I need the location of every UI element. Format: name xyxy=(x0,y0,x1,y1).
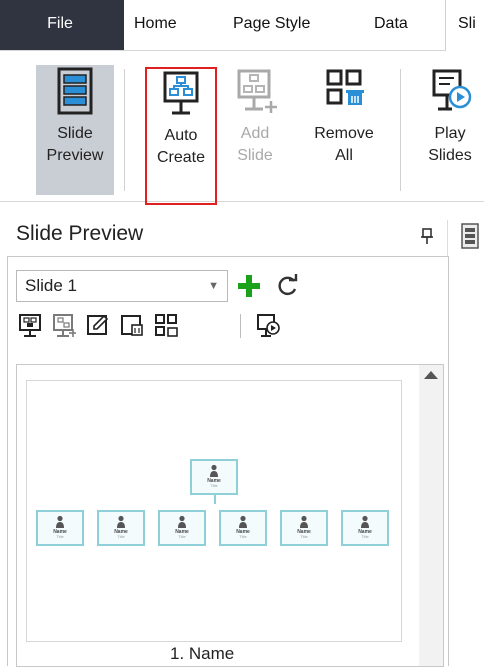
org-card-title: Title xyxy=(117,534,125,539)
play-slides-label-2: Slides xyxy=(428,147,472,164)
org-child-card: Name Title xyxy=(280,510,328,546)
menu-page-style[interactable]: Page Style xyxy=(233,0,310,50)
add-icon[interactable] xyxy=(236,272,262,300)
org-child-card: Name Title xyxy=(158,510,206,546)
org-root-card: Name Title xyxy=(190,459,238,495)
person-icon xyxy=(210,464,218,477)
org-child-card: Name Title xyxy=(219,510,267,546)
add-slide-button[interactable]: Add Slide xyxy=(224,65,286,195)
pin-icon[interactable] xyxy=(418,226,436,248)
slide-select[interactable]: Slide 1 ▼ xyxy=(16,270,228,302)
org-card-title: Title xyxy=(300,534,308,539)
org-card-title: Title xyxy=(56,534,64,539)
person-icon xyxy=(56,515,64,528)
person-icon xyxy=(117,515,125,528)
refresh-icon[interactable] xyxy=(274,272,300,300)
menu-slides[interactable]: Sli xyxy=(445,0,484,51)
org-child-card: Name Title xyxy=(97,510,145,546)
play-slides-icon xyxy=(432,69,472,111)
side-panel-tab-icon[interactable] xyxy=(458,222,484,250)
menu-home[interactable]: Home xyxy=(134,0,177,50)
toolbar-separator xyxy=(240,314,241,338)
add-slide-label-2: Slide xyxy=(237,147,273,164)
auto-create-button[interactable]: Auto Create xyxy=(145,67,217,205)
org-card-title: Title xyxy=(178,534,186,539)
slide-caption: 1. Name xyxy=(170,644,235,663)
org-card-title: Title xyxy=(361,534,369,539)
slide-preview-label-2: Preview xyxy=(46,147,104,164)
auto-create-label-2: Create xyxy=(156,149,206,166)
remove-all-button[interactable]: Remove All xyxy=(296,65,392,195)
menu-data[interactable]: Data xyxy=(374,0,408,50)
slide-preview-label-1: Slide xyxy=(57,125,93,142)
edit-slide-icon[interactable] xyxy=(86,312,110,338)
slide-preview-icon xyxy=(57,67,93,115)
menu-file[interactable]: File xyxy=(0,0,124,50)
slide-thumbnail[interactable]: Name Title Name Title Name Title Name Ti… xyxy=(26,380,402,642)
insert-slide-icon[interactable] xyxy=(52,312,76,338)
auto-create-label-1: Auto xyxy=(164,127,198,144)
ribbon-separator xyxy=(124,69,125,191)
ribbon: Slide Preview Auto Create Add Slide Remo… xyxy=(0,51,484,205)
person-icon xyxy=(300,515,308,528)
remove-all-icon xyxy=(326,69,364,105)
add-slide-icon xyxy=(237,69,277,113)
org-child-card: Name Title xyxy=(36,510,84,546)
play-slides-icon[interactable] xyxy=(256,312,280,338)
ribbon-separator xyxy=(400,69,401,191)
new-slide-icon[interactable] xyxy=(18,312,42,338)
remove-all-slides-icon[interactable] xyxy=(154,312,178,338)
play-slides-button[interactable]: Play Slides xyxy=(416,65,484,195)
remove-all-label-1: Remove xyxy=(314,125,374,142)
chevron-down-icon: ▼ xyxy=(208,280,219,292)
org-child-card: Name Title xyxy=(341,510,389,546)
vertical-scrollbar[interactable] xyxy=(419,364,444,667)
slide-select-value: Slide 1 xyxy=(25,276,77,295)
scroll-up-icon[interactable] xyxy=(424,371,438,379)
play-slides-label-1: Play xyxy=(434,125,466,142)
person-icon xyxy=(239,515,247,528)
slide-preview-button[interactable]: Slide Preview xyxy=(36,65,114,195)
org-card-title: Title xyxy=(210,483,218,488)
delete-slide-icon[interactable] xyxy=(120,312,144,338)
remove-all-label-2: All xyxy=(335,147,353,164)
person-icon xyxy=(361,515,369,528)
auto-create-icon xyxy=(163,71,199,115)
person-icon xyxy=(178,515,186,528)
panel-title: Slide Preview xyxy=(16,222,144,245)
menu-bar: File Home Page Style Data Sli xyxy=(0,0,484,51)
add-slide-label-1: Add xyxy=(240,125,270,142)
org-card-title: Title xyxy=(239,534,247,539)
